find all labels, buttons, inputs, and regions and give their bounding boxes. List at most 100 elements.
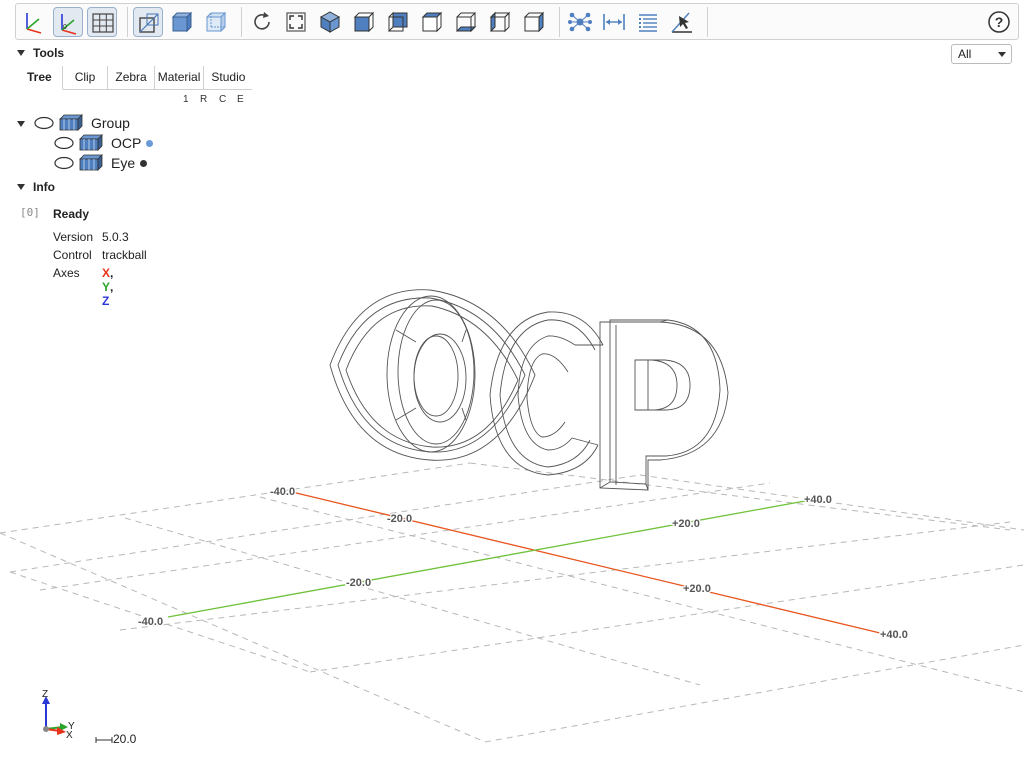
toolbar-separator [127,7,128,37]
axes-toggle-button[interactable] [19,7,49,37]
tools-header[interactable]: Tools [17,46,64,60]
axis-z-label: Z [102,294,110,308]
info-label: Control [53,248,92,262]
help-icon: ? [988,11,1010,33]
y-axis-label: -20.0 [346,577,371,589]
iso-view-icon [319,11,341,33]
tab-studio[interactable]: Studio [204,66,253,90]
perspective-icon [139,13,159,33]
info-header[interactable]: Info [17,180,55,194]
grid-toggle-button[interactable] [87,7,117,37]
resize-button[interactable] [281,7,311,37]
select-button[interactable] [667,7,697,37]
axes-icon [26,13,42,34]
view-bottom-button[interactable] [451,7,481,37]
color-dot [146,139,154,147]
chevron-down-icon [998,52,1006,57]
shape-icon[interactable] [58,114,84,132]
rear-view-icon [388,11,408,33]
eye-icon[interactable] [34,116,56,130]
axis-x-label: X [102,266,111,280]
tree-node-label[interactable]: Group [91,115,130,131]
tree-node-label[interactable]: Eye [111,155,135,171]
select-value: All [958,47,972,61]
distance-button[interactable] [599,7,629,37]
gizmo-z-label: Z [42,689,48,700]
select-icon [671,12,692,33]
x-axis-label: +40.0 [880,629,908,641]
expand-group-icon[interactable] [17,121,25,127]
view-left-button[interactable] [485,7,515,37]
eye-icon[interactable] [54,156,76,170]
transparent-icon [171,11,193,33]
info-index: [0] [20,206,40,219]
distance-icon [603,14,625,30]
tree-node-eye[interactable]: Eye [54,154,148,172]
column-header[interactable]: 1 [183,94,189,105]
y-axis-label: -40.0 [138,616,163,628]
tab-material[interactable]: Material [154,66,205,90]
scale-indicator: 20.0 [95,732,136,746]
svg-text:0: 0 [63,24,67,31]
transparent-button[interactable] [167,7,197,37]
scale-value: 20.0 [113,732,137,746]
x-axis-line [291,491,881,634]
view-filter-select[interactable]: All [951,44,1012,64]
gizmo-x-label: X [66,730,73,741]
info-label: Version [53,230,94,244]
gizmo-y-label: Y [68,721,75,732]
black-edges-button[interactable] [201,7,231,37]
view-top-button[interactable] [417,7,447,37]
right-view-icon [523,11,545,33]
ocp-model [329,289,729,491]
color-dot [140,159,148,167]
grid-plane [0,462,1024,743]
collapse-icon [17,49,25,56]
collapse-icon [17,183,25,190]
perspective-button[interactable] [133,7,163,37]
black-edges-icon [205,11,227,33]
explode-button[interactable] [565,7,595,37]
x-axis-label: -40.0 [270,486,295,498]
toolbar-separator [559,7,560,37]
axes0-toggle-button[interactable]: 0 [53,7,83,37]
view-iso-button[interactable] [315,7,345,37]
view-front-button[interactable] [349,7,379,37]
tab-clip[interactable]: Clip [62,66,109,90]
toolbar-separator [707,7,708,37]
properties-icon [639,14,657,32]
info-value: 5.0.3 [102,230,129,244]
toolbar: 0 [15,3,1019,40]
tree-node-label[interactable]: OCP [111,135,141,151]
tab-tree[interactable]: Tree [17,66,63,90]
axes-origin-icon: 0 [61,14,77,35]
help-button[interactable]: ? [987,10,1011,34]
view-rear-button[interactable] [383,7,413,37]
column-header[interactable]: R [200,94,207,105]
tab-zebra[interactable]: Zebra [108,66,155,90]
view-right-button[interactable] [519,7,549,37]
bottom-view-icon [455,11,477,33]
orientation-gizmo: Z Y X [42,689,75,741]
info-value: trackball [102,248,147,262]
axis-y-label: Y [102,280,111,294]
3d-viewport[interactable]: -40.0 -20.0 +20.0 +40.0 -40.0 -20.0 +20.… [0,0,1024,768]
shape-icon[interactable] [78,134,104,152]
info-status: Ready [53,207,90,221]
scale-bar-icon [95,736,113,743]
grid-icon [92,13,114,33]
column-header[interactable]: C [219,94,226,105]
toolbar-separator [241,7,242,37]
x-axis-label: +20.0 [683,583,711,595]
tree-node-group[interactable]: Group [34,114,130,132]
column-header[interactable]: E [237,94,244,105]
tree-node-ocp[interactable]: OCP [54,134,154,152]
shape-icon[interactable] [78,154,104,172]
properties-button[interactable] [633,7,663,37]
left-view-icon [489,11,511,33]
reset-view-button[interactable] [247,7,277,37]
y-axis-label: +40.0 [804,494,832,506]
y-axis-label: +20.0 [672,518,700,530]
info-title: Info [33,180,55,194]
eye-icon[interactable] [54,136,76,150]
